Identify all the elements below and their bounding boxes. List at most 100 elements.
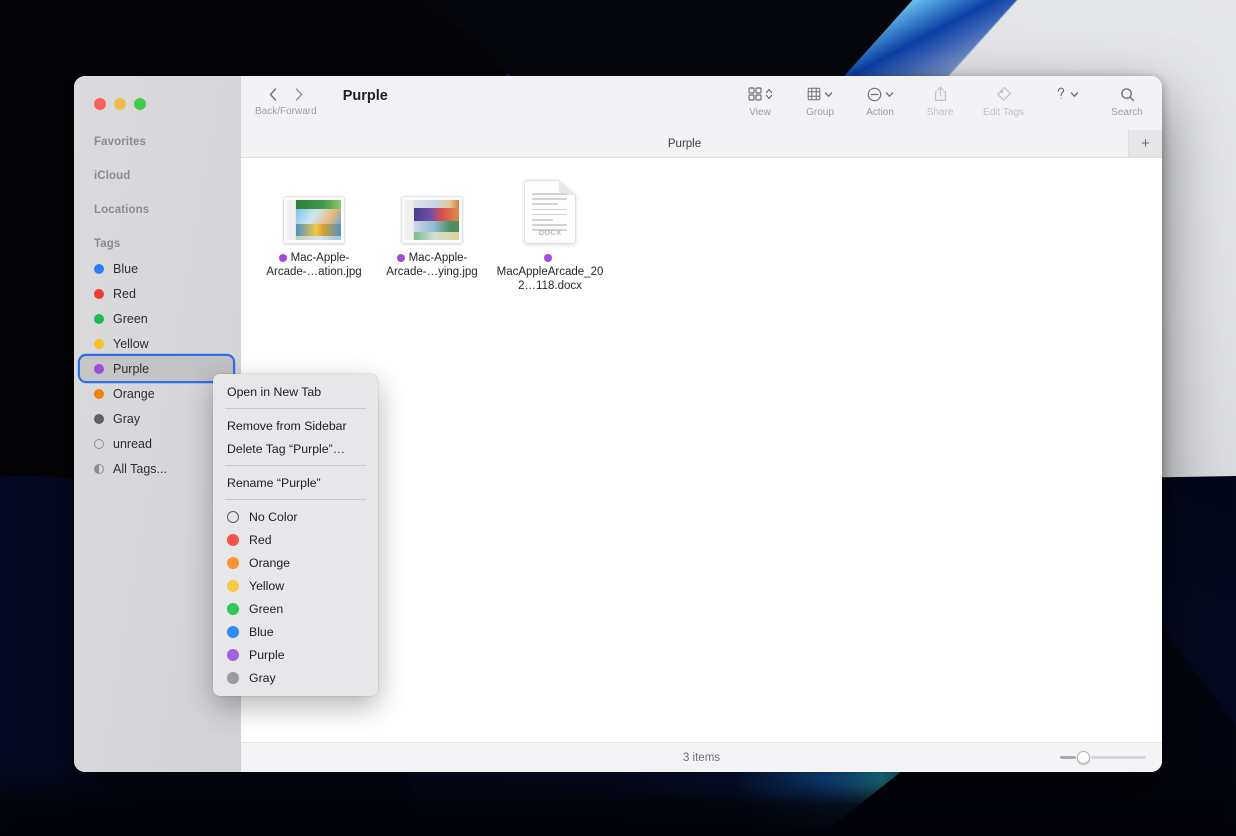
sidebar-item-label: Green xyxy=(113,311,148,326)
maximize-button[interactable] xyxy=(134,98,146,110)
menu-item-label: Purple xyxy=(249,647,285,662)
tab-purple[interactable]: Purple xyxy=(241,130,1128,157)
search-button[interactable]: Search xyxy=(1110,84,1144,118)
share-button[interactable]: Share xyxy=(923,84,957,118)
slider-track-empty xyxy=(1091,756,1146,759)
file-name-text: MacAppleArcade_202…118.docx xyxy=(496,266,604,292)
menu-item-label: Gray xyxy=(249,670,276,685)
sidebar-item-red[interactable]: Red xyxy=(74,281,241,306)
nav-arrows xyxy=(265,85,307,103)
menu-item-color-no-color[interactable]: No Color xyxy=(213,505,378,528)
file-item[interactable]: Mac-Apple-Arcade-…ation.jpg xyxy=(255,180,373,293)
chevron-down-icon xyxy=(824,90,833,99)
tag-dot-icon xyxy=(94,288,104,299)
edit-tags-label: Edit Tags xyxy=(983,107,1024,118)
file-item[interactable]: DOCX MacAppleArcade_202…118.docx xyxy=(491,180,609,293)
back-forward-label: Back/Forward xyxy=(255,106,317,117)
file-thumbnail: DOCX xyxy=(524,180,576,244)
share-icon xyxy=(934,86,947,102)
tag-dot-icon xyxy=(544,254,552,262)
toolbar-actions: View Group Action Share Edit Tags Search xyxy=(743,76,1162,118)
menu-item-color-green[interactable]: Green xyxy=(213,597,378,620)
question-icon xyxy=(1055,86,1067,102)
view-icon-row xyxy=(747,84,773,104)
share-icon-row xyxy=(934,84,947,104)
tag-dot-icon xyxy=(94,263,104,274)
group-button[interactable]: Group xyxy=(803,84,837,118)
menu-item-label: Green xyxy=(249,601,284,616)
slider-knob[interactable] xyxy=(1077,751,1090,764)
sidebar-item-label: All Tags... xyxy=(113,461,167,476)
group-icon-row xyxy=(807,84,833,104)
window-controls xyxy=(74,76,241,110)
menu-separator xyxy=(225,499,366,500)
sidebar-item-label: unread xyxy=(113,436,152,451)
no-color-swatch-icon xyxy=(227,510,239,523)
sidebar-item-blue[interactable]: Blue xyxy=(74,256,241,281)
icon-size-slider[interactable] xyxy=(1060,751,1146,765)
search-icon-row xyxy=(1120,84,1135,104)
file-grid[interactable]: Mac-Apple-Arcade-…ation.jpg Mac-Apple-Ar… xyxy=(241,158,1162,742)
file-thumbnail xyxy=(401,180,463,244)
forward-button[interactable] xyxy=(291,85,307,103)
menu-item-open-in-new-tab[interactable]: Open in New Tab xyxy=(213,380,378,403)
new-tab-button[interactable]: + xyxy=(1128,130,1162,157)
context-menu[interactable]: Open in New Tab Remove from Sidebar Dele… xyxy=(213,374,378,696)
sidebar-item-purple[interactable]: Purple xyxy=(80,356,233,381)
search-icon xyxy=(1120,87,1135,102)
color-swatch-icon xyxy=(227,625,239,638)
edit-tags-button[interactable]: Edit Tags xyxy=(983,84,1024,118)
help-icon-row xyxy=(1055,84,1079,104)
menu-item-color-gray[interactable]: Gray xyxy=(213,666,378,689)
group-grid-icon xyxy=(807,87,821,101)
back-forward-control: Back/Forward xyxy=(255,76,317,117)
edit-tags-icon-row xyxy=(996,84,1012,104)
sidebar-section-tags: Tags xyxy=(94,238,121,250)
file-name: Mac-Apple-Arcade-…ation.jpg xyxy=(258,251,370,279)
menu-item-color-orange[interactable]: Orange xyxy=(213,551,378,574)
sidebar-item-label: Orange xyxy=(113,386,155,401)
menu-item-color-blue[interactable]: Blue xyxy=(213,620,378,643)
minimize-button[interactable] xyxy=(114,98,126,110)
half-circle-icon xyxy=(94,463,104,474)
back-button[interactable] xyxy=(265,85,281,103)
chevron-updown-icon xyxy=(765,87,773,101)
sidebar-item-yellow[interactable]: Yellow xyxy=(74,331,241,356)
help-button[interactable] xyxy=(1050,84,1084,104)
sidebar-item-label: Yellow xyxy=(113,336,149,351)
file-item[interactable]: Mac-Apple-Arcade-…ying.jpg xyxy=(373,180,491,293)
menu-item-label: No Color xyxy=(249,509,298,524)
menu-separator xyxy=(225,465,366,466)
share-label: Share xyxy=(926,107,954,118)
slider-track-filled xyxy=(1060,756,1076,759)
menu-item-color-red[interactable]: Red xyxy=(213,528,378,551)
menu-item-label: Orange xyxy=(249,555,291,570)
menu-item-label: Red xyxy=(249,532,272,547)
color-swatch-icon xyxy=(227,579,239,592)
sidebar-item-label: Red xyxy=(113,286,136,301)
close-button[interactable] xyxy=(94,98,106,110)
group-label: Group xyxy=(806,107,834,118)
action-button[interactable]: Action xyxy=(863,84,897,118)
sidebar-item-green[interactable]: Green xyxy=(74,306,241,331)
image-thumbnail-icon xyxy=(283,196,345,244)
wallpaper-bottom-fade xyxy=(0,766,1236,836)
view-button[interactable]: View xyxy=(743,84,777,118)
menu-item-rename-tag[interactable]: Rename “Purple” xyxy=(213,471,378,494)
menu-item-color-yellow[interactable]: Yellow xyxy=(213,574,378,597)
menu-item-delete-tag[interactable]: Delete Tag “Purple”… xyxy=(213,437,378,460)
sidebar-section-locations: Locations xyxy=(94,204,150,216)
tag-dot-icon xyxy=(278,254,287,262)
menu-item-label: Yellow xyxy=(249,578,285,593)
file-extension-badge: DOCX xyxy=(538,228,562,237)
file-thumbnail xyxy=(283,180,345,244)
tag-dot-icon xyxy=(94,313,104,324)
tag-dot-icon xyxy=(94,413,104,424)
empty-circle-icon xyxy=(94,438,104,449)
search-label: Search xyxy=(1111,107,1143,118)
status-bar: 3 items xyxy=(241,742,1162,772)
menu-item-color-purple[interactable]: Purple xyxy=(213,643,378,666)
menu-item-remove-from-sidebar[interactable]: Remove from Sidebar xyxy=(213,414,378,437)
color-swatch-icon xyxy=(227,648,239,661)
view-label: View xyxy=(749,107,771,118)
